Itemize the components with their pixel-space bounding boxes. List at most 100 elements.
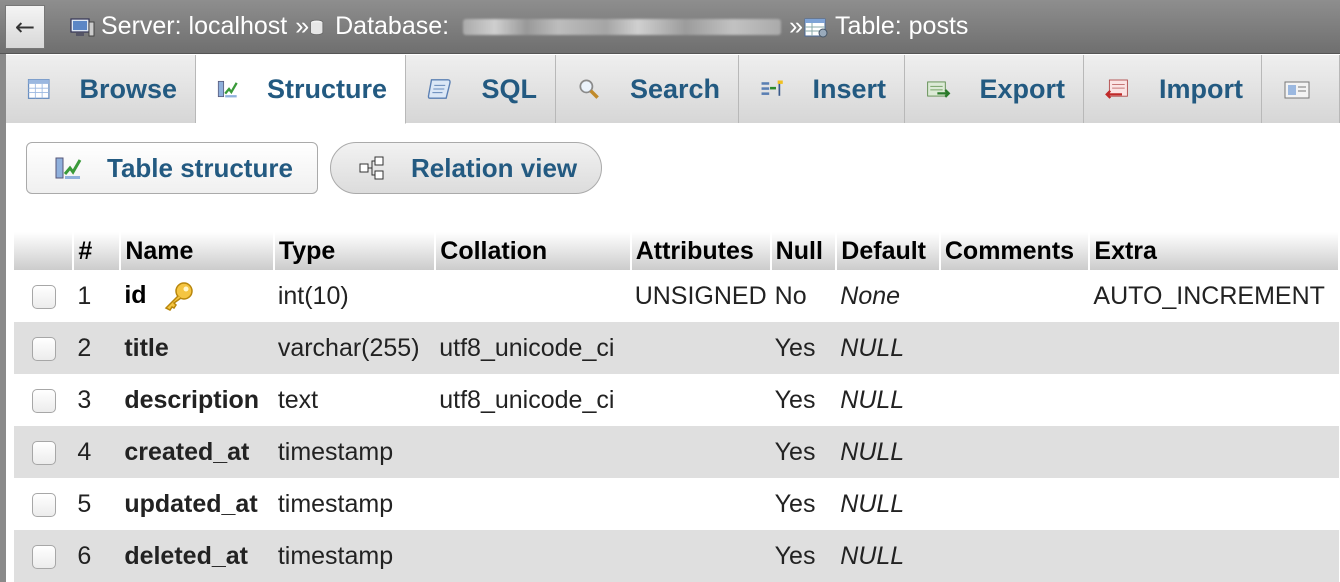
back-button[interactable]: ← bbox=[5, 4, 45, 49]
tab-browse[interactable]: Browse bbox=[6, 55, 196, 123]
tab-search[interactable]: Search bbox=[556, 55, 739, 123]
field-comments bbox=[939, 374, 1090, 426]
field-type: timestamp bbox=[273, 478, 436, 530]
field-attributes: UNSIGNED bbox=[630, 270, 771, 322]
tab-insert-label: Insert bbox=[812, 73, 886, 104]
field-null: No bbox=[770, 270, 837, 322]
tab-insert[interactable]: Insert bbox=[739, 55, 905, 123]
field-type: text bbox=[273, 374, 436, 426]
row-name-cell: id bbox=[120, 270, 274, 322]
field-name: description bbox=[120, 374, 274, 426]
header-type[interactable]: Type bbox=[273, 232, 437, 270]
import-icon bbox=[1105, 79, 1128, 99]
relation-view-button[interactable]: Relation view bbox=[330, 142, 602, 194]
field-default: NULL bbox=[836, 426, 940, 478]
header-extra[interactable]: Extra bbox=[1089, 232, 1340, 270]
row-num: 3 bbox=[73, 374, 121, 426]
tab-search-label: Search bbox=[629, 73, 720, 104]
tab-structure[interactable]: Structure bbox=[196, 55, 406, 124]
row-checkbox[interactable] bbox=[32, 544, 56, 569]
server-icon bbox=[70, 17, 95, 36]
field-name: updated_at bbox=[120, 478, 274, 530]
breadcrumb-server[interactable]: Server: localhost bbox=[69, 12, 287, 41]
breadcrumb-database[interactable]: Database: bbox=[309, 12, 782, 41]
row-checkbox[interactable] bbox=[32, 388, 56, 413]
back-arrow-icon: ← bbox=[14, 12, 36, 41]
field-null: Yes bbox=[770, 530, 837, 582]
field-extra: AUTO_INCREMENT bbox=[1089, 270, 1339, 322]
structure-table: # Name Type Collation Attributes Null De… bbox=[14, 232, 1340, 582]
tab-browse-label: Browse bbox=[79, 73, 177, 104]
field-collation bbox=[435, 478, 631, 530]
field-null: Yes bbox=[770, 322, 837, 374]
header-select bbox=[14, 232, 75, 270]
header-default[interactable]: Default bbox=[836, 232, 941, 270]
relation-view-label: Relation view bbox=[411, 152, 578, 183]
row-num: 6 bbox=[73, 530, 121, 582]
row-checkbox[interactable] bbox=[32, 336, 56, 361]
field-comments bbox=[939, 478, 1090, 530]
header-num[interactable]: # bbox=[73, 232, 122, 270]
field-default: NULL bbox=[836, 322, 940, 374]
table-structure-button[interactable]: Table structure bbox=[26, 142, 318, 194]
field-type: timestamp bbox=[273, 530, 436, 582]
table-row: 3 description text utf8_unicode_ci Yes N… bbox=[14, 374, 1339, 426]
row-num: 2 bbox=[73, 322, 121, 374]
search-icon bbox=[579, 79, 599, 99]
table-row: 4 created_at timestamp Yes NULL bbox=[14, 426, 1339, 478]
field-type: int(10) bbox=[273, 270, 436, 322]
export-icon bbox=[927, 81, 951, 98]
breadcrumb-separator: » bbox=[295, 12, 310, 40]
field-null: Yes bbox=[770, 478, 837, 530]
sql-icon bbox=[427, 79, 451, 99]
tab-sql[interactable]: SQL bbox=[406, 55, 556, 123]
main-tabs: Browse Structure SQL Search Insert Expor… bbox=[6, 55, 1340, 124]
header-name[interactable]: Name bbox=[120, 232, 275, 270]
breadcrumb-table-label: Table: posts bbox=[834, 12, 969, 40]
row-checkbox[interactable] bbox=[32, 284, 56, 309]
field-collation bbox=[435, 426, 631, 478]
breadcrumb-table[interactable]: Table: posts bbox=[803, 12, 968, 41]
field-comments bbox=[939, 322, 1090, 374]
header-collation[interactable]: Collation bbox=[435, 232, 632, 270]
row-num: 1 bbox=[73, 270, 121, 322]
field-collation: utf8_unicode_ci bbox=[435, 322, 631, 374]
field-type: timestamp bbox=[273, 426, 436, 478]
field-type: varchar(255) bbox=[273, 322, 436, 374]
field-default: NULL bbox=[836, 478, 940, 530]
field-default: NULL bbox=[836, 374, 940, 426]
header-null[interactable]: Null bbox=[770, 232, 838, 270]
primary-key-icon bbox=[165, 282, 194, 312]
field-attributes bbox=[630, 322, 771, 374]
field-comments bbox=[939, 530, 1090, 582]
breadcrumb-separator: » bbox=[789, 12, 803, 40]
field-default: NULL bbox=[836, 530, 940, 582]
field-name: title bbox=[120, 322, 274, 374]
structure-icon bbox=[217, 80, 238, 98]
field-attributes bbox=[630, 530, 771, 582]
row-checkbox[interactable] bbox=[32, 440, 56, 465]
tab-import[interactable]: Import bbox=[1084, 55, 1262, 123]
field-null: Yes bbox=[770, 374, 837, 426]
field-collation bbox=[435, 530, 631, 582]
field-name: id bbox=[124, 280, 147, 309]
row-num: 4 bbox=[73, 426, 121, 478]
field-comments bbox=[939, 426, 1090, 478]
tab-more[interactable] bbox=[1262, 55, 1340, 123]
field-extra bbox=[1089, 374, 1339, 426]
browse-icon bbox=[27, 79, 50, 99]
field-attributes bbox=[630, 478, 771, 530]
table-row: 2 title varchar(255) utf8_unicode_ci Yes… bbox=[14, 322, 1339, 374]
field-extra bbox=[1089, 426, 1339, 478]
tab-export[interactable]: Export bbox=[905, 55, 1084, 123]
tab-export-label: Export bbox=[979, 73, 1065, 104]
row-checkbox[interactable] bbox=[32, 492, 56, 517]
field-name: created_at bbox=[120, 426, 274, 478]
field-attributes bbox=[630, 426, 771, 478]
header-comments[interactable]: Comments bbox=[939, 232, 1091, 270]
tab-structure-label: Structure bbox=[266, 73, 387, 104]
header-attributes[interactable]: Attributes bbox=[630, 232, 772, 270]
field-default: None bbox=[836, 270, 940, 322]
field-name: deleted_at bbox=[120, 530, 274, 582]
breadcrumb-server-label: Server: localhost bbox=[101, 12, 288, 40]
